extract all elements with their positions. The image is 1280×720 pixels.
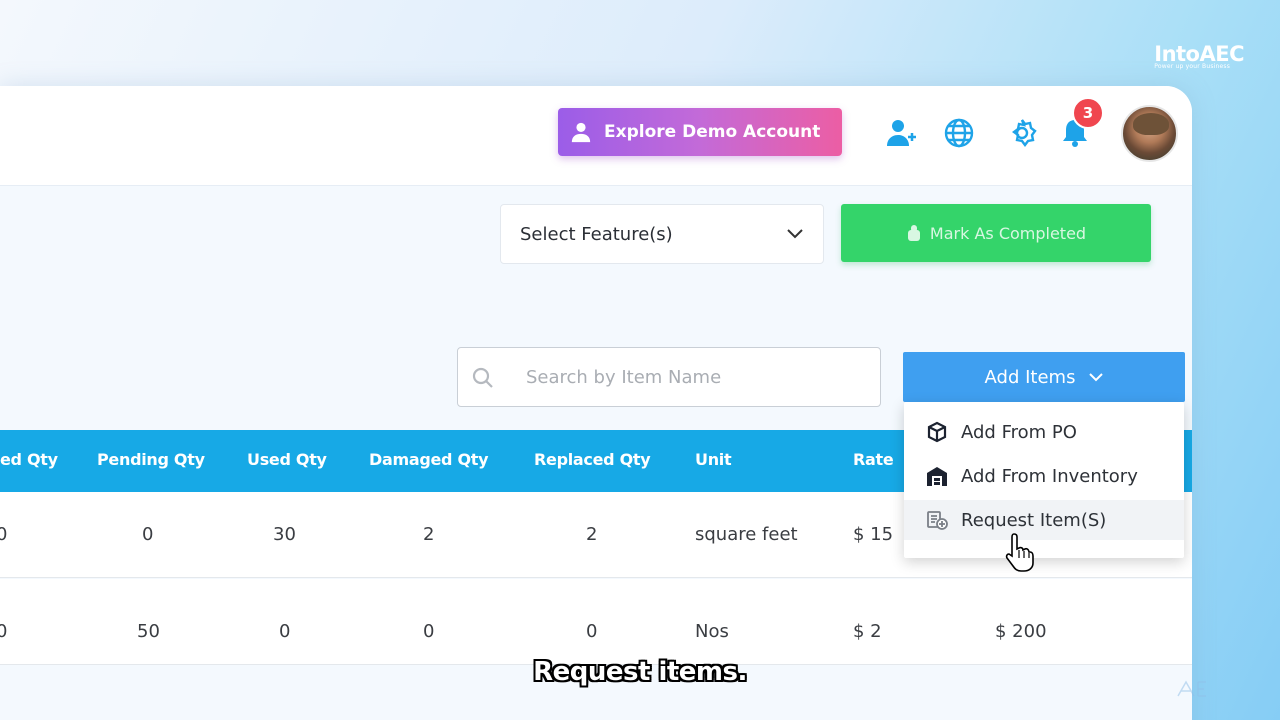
cell-received-qty: 0 (0, 621, 8, 642)
cell-unit: Nos (695, 621, 729, 642)
column-header-pending-qty[interactable]: Pending Qty (97, 450, 205, 469)
menu-item-label: Add From Inventory (961, 465, 1138, 487)
select-feature-label: Select Feature(s) (520, 223, 673, 245)
add-items-label: Add Items (984, 366, 1076, 388)
cell-rate: $ 2 (853, 621, 882, 642)
notification-badge: 3 (1072, 97, 1104, 129)
top-bar: Explore Demo Account 3 (0, 86, 1192, 186)
avatar[interactable] (1121, 105, 1178, 162)
select-feature-dropdown[interactable]: Select Feature(s) (500, 204, 824, 264)
menu-item-label: Request Item(S) (961, 509, 1107, 531)
app-window: Explore Demo Account 3 Select Feature(s)… (0, 86, 1192, 720)
globe-icon[interactable] (943, 117, 975, 149)
mark-as-completed-button[interactable]: Mark As Completed (841, 204, 1151, 262)
search-box[interactable] (457, 347, 881, 407)
chevron-down-icon (787, 229, 803, 239)
watermark-logo-icon (1177, 680, 1206, 697)
column-header-received-qty[interactable]: ed Qty (0, 450, 58, 469)
user-icon (571, 122, 591, 143)
table-row[interactable]: 0 50 0 0 0 Nos $ 2 $ 200 (0, 579, 1192, 665)
gear-icon[interactable] (1006, 117, 1038, 149)
add-items-button[interactable]: Add Items (903, 352, 1185, 402)
column-header-damaged-qty[interactable]: Damaged Qty (369, 450, 489, 469)
hand-cursor-icon (1005, 533, 1034, 572)
column-header-used-qty[interactable]: Used Qty (247, 450, 327, 469)
search-input[interactable] (526, 362, 866, 392)
chevron-down-icon (1089, 372, 1104, 381)
add-items-menu: Add From PO Add From Inventory Request I… (904, 402, 1184, 558)
cell-pending-qty: 0 (142, 524, 154, 545)
cell-replaced-qty: 2 (586, 524, 598, 545)
thumbs-up-icon (907, 225, 920, 241)
warehouse-icon (927, 467, 947, 486)
cell-damaged-qty: 2 (423, 524, 435, 545)
explore-demo-button[interactable]: Explore Demo Account (558, 108, 842, 156)
cell-amount: $ 200 (995, 621, 1047, 642)
column-header-replaced-qty[interactable]: Replaced Qty (534, 450, 651, 469)
column-header-unit[interactable]: Unit (695, 450, 732, 469)
cell-unit: square feet (695, 524, 798, 545)
mark-as-completed-label: Mark As Completed (929, 223, 1087, 243)
explore-demo-label: Explore Demo Account (604, 122, 821, 142)
search-icon (472, 367, 493, 388)
menu-item-label: Add From PO (961, 421, 1077, 443)
cell-pending-qty: 50 (137, 621, 160, 642)
cell-rate: $ 15 (853, 524, 894, 545)
menu-item-add-from-po[interactable]: Add From PO (904, 412, 1184, 452)
column-header-rate[interactable]: Rate (853, 450, 894, 469)
cell-used-qty: 0 (279, 621, 291, 642)
box-icon (927, 421, 947, 443)
cell-used-qty: 30 (273, 524, 296, 545)
request-icon (927, 511, 948, 530)
cell-replaced-qty: 0 (586, 621, 598, 642)
cell-damaged-qty: 0 (423, 621, 435, 642)
menu-item-add-from-inventory[interactable]: Add From Inventory (904, 456, 1184, 496)
cell-received-qty: 0 (0, 524, 8, 545)
menu-item-request-items[interactable]: Request Item(S) (904, 500, 1184, 540)
video-subtitle: Request items. (533, 657, 747, 687)
add-user-icon[interactable] (884, 117, 916, 149)
brand-logo: IntoAEC Power up your Business (1154, 42, 1244, 70)
